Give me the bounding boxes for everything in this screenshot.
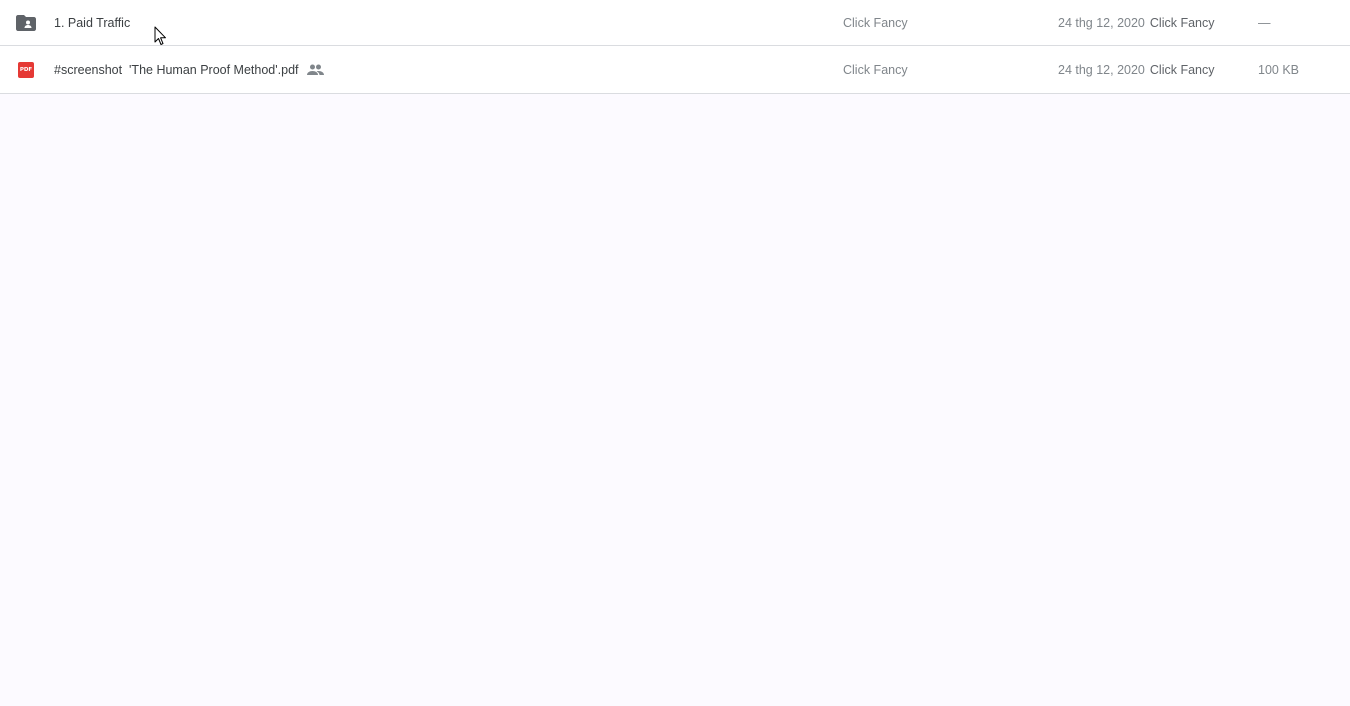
file-modified-date: 24 thg 12, 2020 — [1058, 15, 1145, 30]
file-list: 1. Paid Traffic Click Fancy 24 thg 12, 2… — [0, 0, 1350, 94]
file-name[interactable]: #screenshot 'The Human Proof Method'.pdf — [54, 63, 324, 77]
file-size: 100 KB — [1258, 62, 1300, 77]
file-modified-by: Click Fancy — [1149, 62, 1215, 77]
file-name[interactable]: 1. Paid Traffic — [54, 16, 130, 30]
file-row[interactable]: 1. Paid Traffic Click Fancy 24 thg 12, 2… — [0, 0, 1350, 46]
file-owner: Click Fancy — [843, 62, 908, 77]
file-name-text[interactable]: 1. Paid Traffic — [54, 16, 130, 30]
pdf-badge-label: PDF — [18, 61, 34, 78]
file-modified-date: 24 thg 12, 2020 — [1058, 62, 1145, 77]
pdf-icon: PDF — [16, 60, 36, 80]
file-modified: 24 thg 12, 2020 Click Fancy — [1058, 16, 1214, 30]
file-name-text[interactable]: #screenshot 'The Human Proof Method'.pdf — [54, 63, 299, 77]
file-modified-by: Click Fancy — [1149, 15, 1215, 30]
file-size: — — [1258, 15, 1271, 30]
file-row[interactable]: PDF #screenshot 'The Human Proof Method'… — [0, 46, 1350, 94]
file-modified: 24 thg 12, 2020 Click Fancy — [1058, 63, 1214, 77]
people-icon — [306, 64, 324, 75]
shared-folder-icon — [16, 13, 36, 33]
file-owner: Click Fancy — [843, 15, 908, 30]
